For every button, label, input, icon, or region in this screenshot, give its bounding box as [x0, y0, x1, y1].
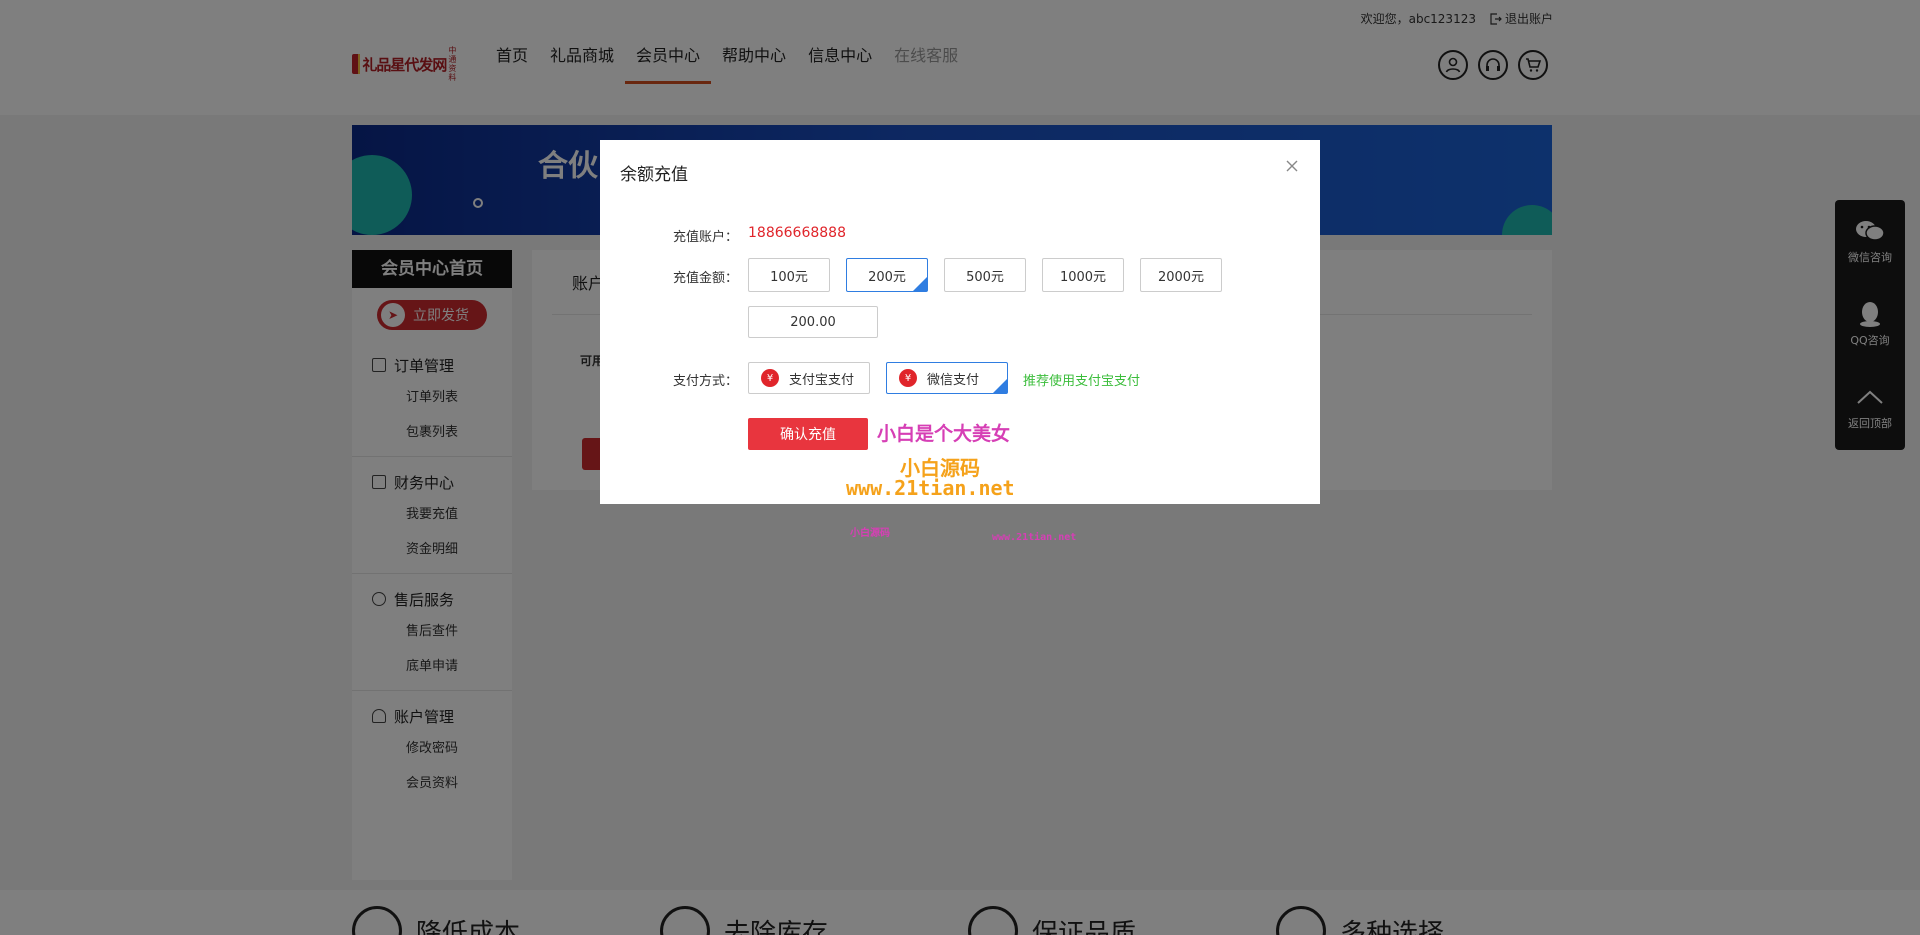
pay-option-label: 微信支付 — [927, 372, 980, 388]
pay-recommend-text: 推荐使用支付宝支付 — [1023, 374, 1141, 389]
pay-option-wechat[interactable]: ¥ 微信支付 — [886, 362, 1008, 394]
account-value: 18866668888 — [748, 225, 846, 241]
amount-option-1000[interactable]: 1000元 — [1042, 258, 1124, 292]
account-label: 充值账户： — [672, 230, 738, 245]
recharge-modal: 余额充值 充值账户： 18866668888 充值金额： 100元 200元 5… — [600, 140, 1320, 504]
amount-option-200[interactable]: 200元 — [846, 258, 928, 292]
pay-option-alipay[interactable]: ¥ 支付宝支付 — [748, 362, 870, 394]
modal-title: 余额充值 — [620, 165, 688, 185]
amount-label: 充值金额： — [672, 271, 738, 286]
amount-option-100[interactable]: 100元 — [748, 258, 830, 292]
money-bag-icon: ¥ — [761, 369, 779, 387]
amount-option-2000[interactable]: 2000元 — [1140, 258, 1222, 292]
money-bag-icon: ¥ — [899, 369, 917, 387]
amount-option-500[interactable]: 500元 — [944, 258, 1026, 292]
close-icon[interactable] — [1284, 158, 1300, 174]
pay-method-label: 支付方式： — [672, 374, 738, 389]
confirm-recharge-button[interactable]: 确认充值 — [748, 418, 868, 450]
amount-input[interactable] — [748, 306, 878, 338]
pay-option-label: 支付宝支付 — [789, 372, 855, 388]
